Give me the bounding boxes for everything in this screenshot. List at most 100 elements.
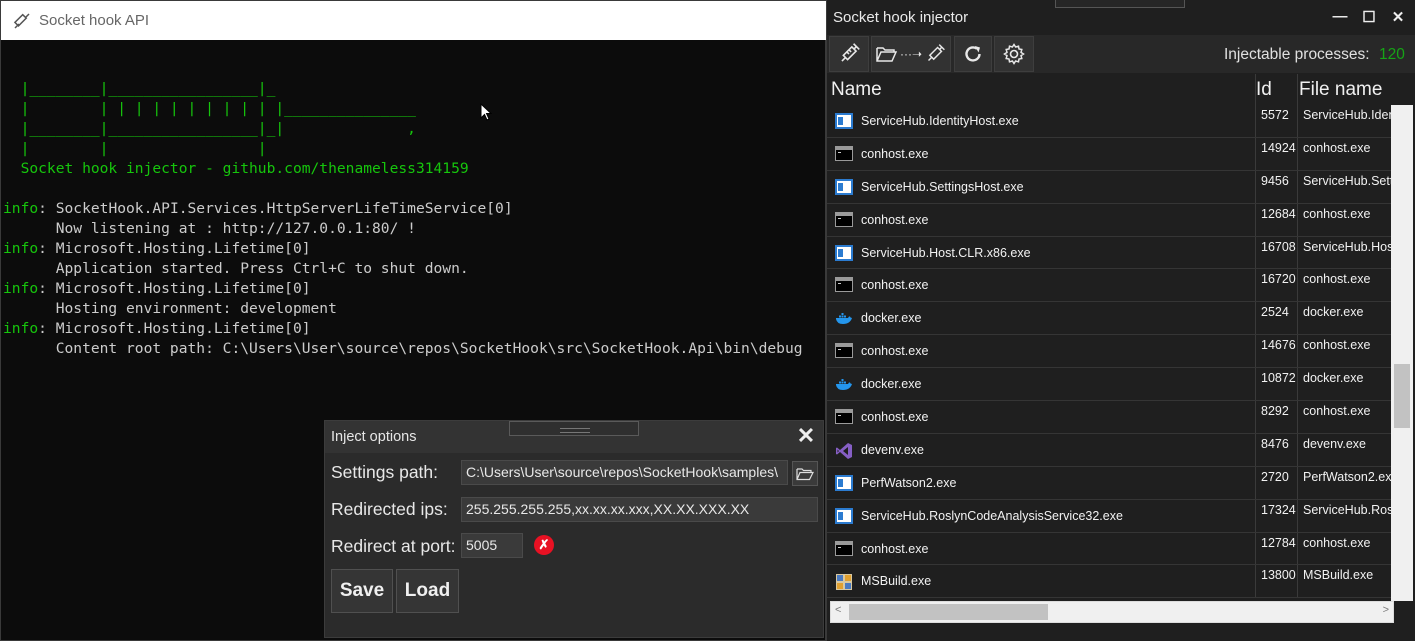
table-row[interactable]: conhost.exe 16720 conhost.exe (827, 269, 1391, 303)
folder-open-icon (876, 47, 898, 62)
ascii-art-line: |________|_________________|_| , (3, 120, 416, 137)
table-row[interactable]: ServiceHub.IdentityHost.exe 5572 ServiceHu… (827, 105, 1391, 138)
console-title: Socket hook API (39, 12, 150, 29)
process-list-header: Name Id File name (827, 74, 1399, 105)
refresh-icon (965, 46, 981, 62)
column-header-id[interactable]: Id (1256, 79, 1272, 101)
table-row[interactable]: conhost.exe 14924 conhost.exe (827, 138, 1391, 171)
syringe-icon (928, 44, 945, 62)
inject-options-title: Inject options (331, 429, 417, 445)
process-id: 17324 (1261, 502, 1296, 517)
table-row[interactable]: devenv.exe 8476 devenv.exe (827, 434, 1391, 467)
horizontal-scroll-thumb[interactable] (849, 604, 1049, 620)
syringe-icon (11, 10, 33, 32)
table-row[interactable]: conhost.exe 12784 conhost.exe (827, 533, 1391, 566)
inject-button[interactable] (829, 36, 869, 72)
docker-icon (835, 376, 853, 392)
process-name: conhost.exe (861, 541, 929, 556)
settings-path-input[interactable]: C:\Users\User\source\repos\SocketHook\sa… (461, 460, 788, 485)
process-id: 16720 (1261, 272, 1296, 287)
minimize-icon[interactable]: — (1330, 8, 1350, 25)
log-line: info: SocketHook.API.Services.HttpServer… (3, 199, 803, 219)
process-file-name: conhost.exe (1303, 272, 1371, 287)
vertical-scrollbar[interactable] (1391, 105, 1413, 601)
process-file-name: conhost.exe (1303, 206, 1371, 221)
process-name: conhost.exe (861, 146, 929, 161)
process-id: 8476 (1261, 436, 1289, 451)
redirected-ips-row: Redirected ips: (331, 499, 448, 520)
gear-icon (1003, 43, 1025, 65)
process-name: ServiceHub.IdentityHost.exe (861, 114, 1019, 128)
mouse-cursor-icon (480, 103, 492, 121)
process-name: ServiceHub.Host.CLR.x86.exe (861, 245, 1031, 260)
drag-handle[interactable] (509, 421, 639, 436)
log-level: info (3, 320, 39, 337)
inject-from-file-button[interactable]: ···➝ (871, 36, 951, 72)
settings-button[interactable] (994, 36, 1034, 72)
folder-open-icon (796, 467, 814, 480)
table-row[interactable]: conhost.exe 8292 conhost.exe (827, 401, 1391, 434)
process-file-name: conhost.exe (1303, 338, 1371, 353)
docker-icon (835, 310, 853, 326)
process-id: 12784 (1261, 535, 1296, 550)
table-row[interactable]: PerfWatson2.exe 2720 PerfWatson2.exe (827, 467, 1391, 500)
console-title-bar[interactable]: Socket hook API (1, 1, 827, 40)
process-name: ServiceHub.RoslynCodeAnalysisService32.e… (861, 508, 1123, 523)
arrow-icon: ···➝ (899, 47, 923, 61)
column-header-file-name[interactable]: File name (1299, 79, 1382, 101)
redirected-ips-input[interactable]: 255.255.255.255,xx.xx.xx.xxx,XX.XX.XXX.X… (461, 497, 818, 522)
process-name: ServiceHub.SettingsHost.exe (861, 179, 1024, 194)
log-text: : Microsoft.Hosting.Lifetime[0] (38, 320, 311, 337)
table-row[interactable]: conhost.exe 14676 conhost.exe (827, 335, 1391, 369)
process-file-name: conhost.exe (1303, 140, 1371, 155)
process-file-name: devenv.exe (1303, 436, 1367, 451)
scroll-right-icon[interactable]: > (1383, 604, 1389, 616)
refresh-button[interactable] (954, 36, 992, 72)
column-header-name[interactable]: Name (831, 79, 882, 101)
process-id: 2720 (1261, 469, 1289, 484)
redirect-port-label: Redirect at port: (331, 536, 456, 556)
process-name: conhost.exe (861, 278, 929, 293)
console-output: |________|_________________|_ | | | | | … (3, 59, 803, 359)
status-bar (827, 624, 1415, 641)
scroll-left-icon[interactable]: < (835, 604, 841, 616)
table-row[interactable]: conhost.exe 12684 conhost.exe (827, 204, 1391, 237)
table-row[interactable]: ServiceHub.SettingsHost.exe 9456 ServiceHu… (827, 171, 1391, 204)
redirect-port-input[interactable]: 5005 (461, 533, 523, 558)
injectable-processes-count: 120 (1379, 46, 1405, 63)
desktop: Socket hook API |________|______________… (0, 0, 1415, 641)
log-line: info: Microsoft.Hosting.Lifetime[0] (3, 319, 803, 339)
redirect-port-row: Redirect at port: (331, 536, 456, 557)
maximize-icon[interactable]: ☐ (1359, 8, 1379, 26)
save-button[interactable]: Save (331, 569, 393, 613)
close-icon[interactable]: ✕ (795, 425, 817, 447)
log-level: info (3, 280, 39, 297)
table-row[interactable]: MSBuild.exe 13800 MSBuild.exe (827, 565, 1391, 598)
horizontal-scrollbar[interactable]: < > (830, 601, 1394, 623)
process-name: docker.exe (861, 377, 922, 392)
table-row[interactable]: docker.exe 2524 docker.exe (827, 302, 1391, 336)
process-file-name: ServiceHub.SettingsHost.exe (1303, 173, 1391, 188)
log-level: info (3, 200, 39, 217)
table-row[interactable]: docker.exe 10872 docker.exe (827, 368, 1391, 402)
console-app-icon (835, 343, 853, 359)
table-row[interactable]: ServiceHub.Host.CLR.x86.exe 16708 ServiceH… (827, 237, 1391, 270)
injectable-processes-label: Injectable processes: (1224, 46, 1370, 63)
table-row[interactable]: ServiceHub.RoslynCodeAnalysisService32.e… (827, 500, 1391, 533)
drag-handle[interactable] (1055, 0, 1185, 8)
log-text: Now listening at : http://127.0.0.1:80/ … (3, 220, 416, 237)
process-id: 16708 (1261, 239, 1296, 254)
vertical-scroll-thumb[interactable] (1394, 363, 1410, 429)
process-list: ServiceHub.IdentityHost.exe 5572 ServiceHu… (827, 105, 1391, 598)
load-button[interactable]: Load (396, 569, 459, 613)
browse-folder-button[interactable] (792, 461, 818, 486)
log-line: Application started. Press Ctrl+C to shu… (3, 259, 803, 279)
close-icon[interactable]: ✕ (1388, 8, 1408, 26)
toolbar: ···➝ Injectable processes: 120 (827, 35, 1415, 73)
process-file-name: PerfWatson2.exe (1303, 469, 1391, 484)
log-line: Content root path: C:\Users\User\source\… (3, 339, 803, 359)
process-name: PerfWatson2.exe (861, 475, 957, 490)
column-divider[interactable] (1297, 74, 1298, 105)
window-app-icon (835, 507, 853, 524)
